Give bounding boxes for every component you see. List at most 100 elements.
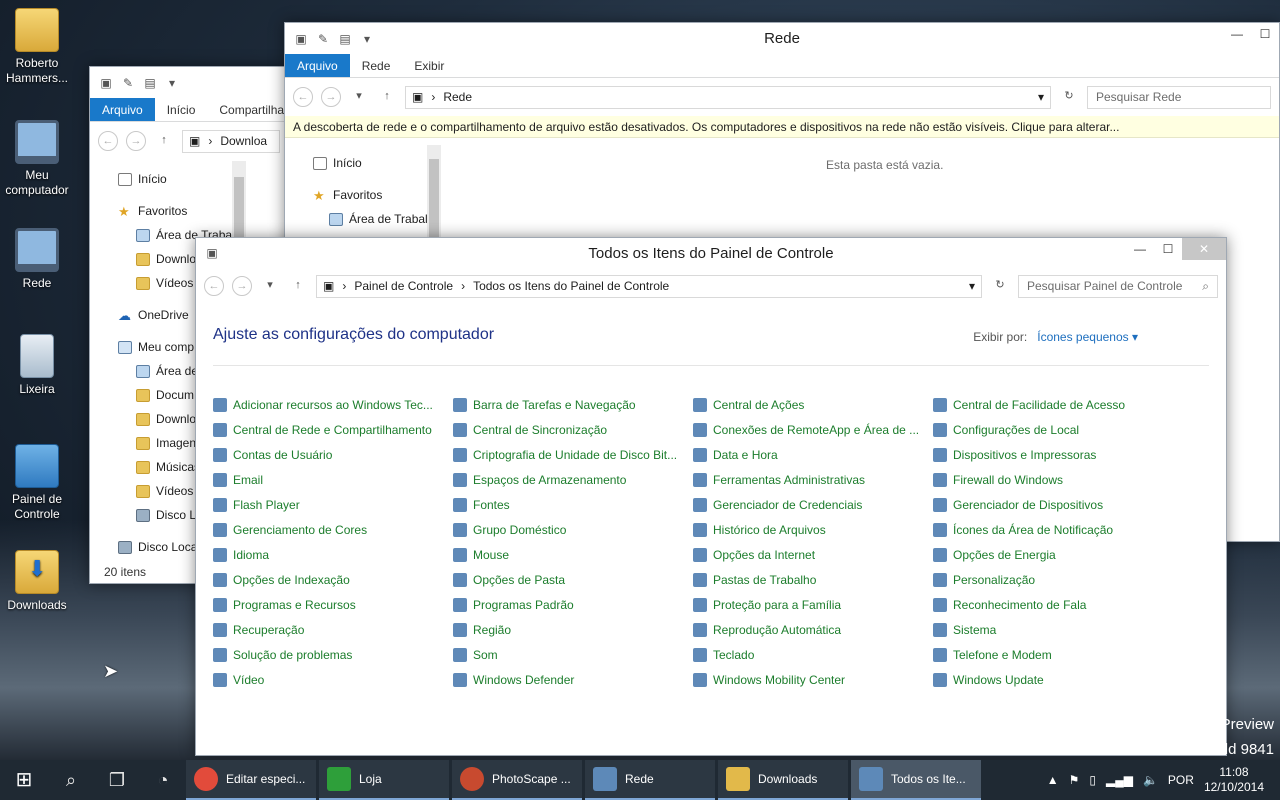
breadcrumb-control-panel[interactable]: Painel de Controle	[354, 279, 453, 293]
search-icon[interactable]: ⌕	[48, 760, 94, 800]
maximize-button[interactable]: ☐	[1251, 23, 1279, 45]
cp-item[interactable]: Flash Player	[213, 492, 453, 517]
cp-item[interactable]: Windows Mobility Center	[693, 667, 933, 692]
titlebar[interactable]: ▣ ✎ ▤ ▾ Rede — ☐	[285, 23, 1279, 54]
cp-item[interactable]: Windows Defender	[453, 667, 693, 692]
tab-file[interactable]: Arquivo	[285, 54, 350, 77]
cp-item[interactable]: Conexões de RemoteApp e Área de ...	[693, 417, 933, 442]
cp-item[interactable]: Fontes	[453, 492, 693, 517]
new-folder-icon[interactable]: ▤	[142, 75, 158, 91]
cp-item[interactable]: Configurações de Local	[933, 417, 1173, 442]
refresh-button[interactable]: ↻	[1059, 87, 1079, 107]
address-crumb[interactable]: Rede	[443, 90, 472, 104]
cp-item[interactable]: Solução de problemas	[213, 642, 453, 667]
up-button[interactable]: ↑	[288, 276, 308, 296]
cp-item[interactable]: Data e Hora	[693, 442, 933, 467]
scrollbar[interactable]	[427, 145, 441, 245]
desktop-icon-control-panel[interactable]: Painel de Controle	[0, 444, 74, 522]
cp-item[interactable]: Email	[213, 467, 453, 492]
cp-item[interactable]: Sistema	[933, 617, 1173, 642]
cp-item[interactable]: Reprodução Automática	[693, 617, 933, 642]
refresh-button[interactable]: ↻	[990, 276, 1010, 296]
desktop-icon-recycle-bin[interactable]: Lixeira	[0, 334, 74, 397]
taskbar-button-photoscape[interactable]: PhotoScape ...	[452, 760, 582, 800]
cp-item[interactable]: Ferramentas Administrativas	[693, 467, 933, 492]
forward-button[interactable]: →	[232, 276, 252, 296]
cp-item[interactable]: Vídeo	[213, 667, 453, 692]
cp-item[interactable]: Recuperação	[213, 617, 453, 642]
tree-item-home[interactable]: Início	[295, 151, 428, 175]
cp-item[interactable]: Windows Update	[933, 667, 1173, 692]
tree-item-desktop[interactable]: Área de Trabal	[295, 207, 428, 231]
address-bar[interactable]: ▣ › Downloa	[182, 129, 280, 153]
cp-item[interactable]: Reconhecimento de Fala	[933, 592, 1173, 617]
cp-item[interactable]: Telefone e Modem	[933, 642, 1173, 667]
taskbar-button-network[interactable]: Rede	[585, 760, 715, 800]
cp-item[interactable]: Região	[453, 617, 693, 642]
search-input[interactable]: Pesquisar Rede	[1087, 85, 1271, 109]
wifi-icon[interactable]: ▂▄▆	[1106, 773, 1133, 787]
taskbar-button-control-panel[interactable]: Todos os Ite...	[851, 760, 981, 800]
search-input[interactable]: Pesquisar Painel de Controle	[1027, 279, 1182, 293]
photoscape-pinned-icon[interactable]: ◔	[140, 760, 186, 800]
cp-item[interactable]: Gerenciador de Dispositivos	[933, 492, 1173, 517]
up-button[interactable]: ↑	[377, 87, 397, 107]
forward-button[interactable]: →	[321, 87, 341, 107]
battery-icon[interactable]: ▯	[1089, 773, 1096, 787]
cp-item[interactable]: Personalização	[933, 567, 1173, 592]
search-field[interactable]: Pesquisar Painel de Controle ⌕	[1018, 274, 1218, 298]
cp-item[interactable]: Opções de Energia	[933, 542, 1173, 567]
cp-item[interactable]: Proteção para a Família	[693, 592, 933, 617]
forward-button[interactable]: →	[126, 131, 146, 151]
control-panel-window[interactable]: ▣ Todos os Itens do Painel de Controle —…	[195, 237, 1227, 756]
cp-item[interactable]: Adicionar recursos ao Windows Tec...	[213, 392, 453, 417]
show-hidden-icons-icon[interactable]: ▲	[1047, 773, 1059, 787]
back-button[interactable]: ←	[204, 276, 224, 296]
task-view-icon[interactable]: ❐	[94, 760, 140, 800]
new-folder-icon[interactable]: ▤	[337, 31, 353, 47]
close-button[interactable]: ✕	[1182, 238, 1226, 260]
tab-network[interactable]: Rede	[350, 54, 403, 77]
search-icon[interactable]: ⌕	[1202, 279, 1209, 294]
chevron-down-icon[interactable]: ▾	[969, 279, 975, 293]
chevron-down-icon[interactable]: ▾	[359, 31, 375, 47]
desktop-icon-my-computer[interactable]: Meu computador	[0, 120, 74, 198]
cp-item[interactable]: Som	[453, 642, 693, 667]
view-by-dropdown[interactable]: Ícones pequenos ▾	[1037, 330, 1138, 344]
cp-item[interactable]: Firewall do Windows	[933, 467, 1173, 492]
chevron-down-icon[interactable]: ▾	[1038, 90, 1044, 104]
recent-locations-button[interactable]: ▾	[260, 276, 280, 296]
tab-share[interactable]: Compartilhar	[207, 98, 288, 121]
cp-item[interactable]: Programas Padrão	[453, 592, 693, 617]
clock[interactable]: 11:08 12/10/2014	[1204, 765, 1264, 795]
properties-icon[interactable]: ✎	[315, 31, 331, 47]
cp-item[interactable]: Mouse	[453, 542, 693, 567]
desktop-icon-user-folder[interactable]: Roberto Hammers...	[0, 8, 74, 86]
minimize-button[interactable]: —	[1126, 238, 1154, 260]
taskbar-button-downloads[interactable]: Downloads	[718, 760, 848, 800]
desktop-icon-network[interactable]: Rede	[0, 228, 74, 291]
scrollbar-thumb[interactable]	[429, 159, 439, 239]
titlebar[interactable]: ▣ ✎ ▤ ▾	[90, 67, 288, 98]
tree-item-favorites[interactable]: ★ Favoritos	[295, 183, 428, 207]
minimize-button[interactable]: —	[1223, 23, 1251, 45]
cp-item[interactable]: Pastas de Trabalho	[693, 567, 933, 592]
cp-item[interactable]: Grupo Doméstico	[453, 517, 693, 542]
recent-locations-button[interactable]: ▾	[349, 87, 369, 107]
chevron-down-icon[interactable]: ▾	[164, 75, 180, 91]
up-button[interactable]: ↑	[154, 131, 174, 151]
taskbar-button-chrome[interactable]: Editar especi...	[186, 760, 316, 800]
tree-item-home[interactable]: Início	[100, 167, 235, 191]
tab-home[interactable]: Início	[155, 98, 208, 121]
breadcrumb-all-items[interactable]: Todos os Itens do Painel de Controle	[473, 279, 669, 293]
cp-item[interactable]: Central de Facilidade de Acesso	[933, 392, 1173, 417]
back-button[interactable]: ←	[293, 87, 313, 107]
properties-icon[interactable]: ✎	[120, 75, 136, 91]
scrollbar-thumb[interactable]	[234, 177, 244, 237]
cp-item[interactable]: Gerenciador de Credenciais	[693, 492, 933, 517]
cp-item[interactable]: Opções da Internet	[693, 542, 933, 567]
flag-icon[interactable]: ⚑	[1069, 773, 1080, 787]
cp-item[interactable]: Central de Rede e Compartilhamento	[213, 417, 453, 442]
cp-item[interactable]: Dispositivos e Impressoras	[933, 442, 1173, 467]
taskbar-button-store[interactable]: Loja	[319, 760, 449, 800]
